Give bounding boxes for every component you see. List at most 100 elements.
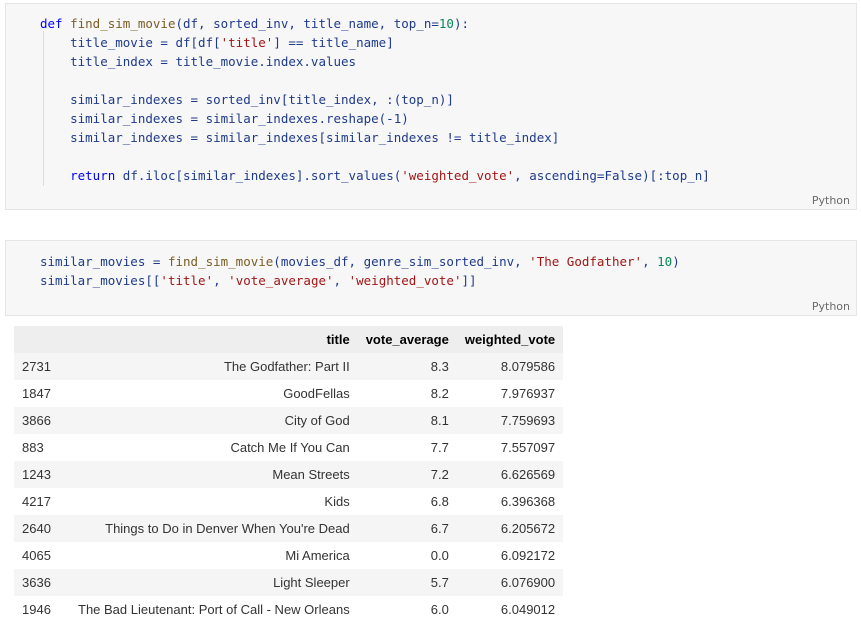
code-token: (movies_df, genre_sim_sorted_inv, <box>273 254 530 269</box>
cell-title: Mi America <box>285 548 350 563</box>
code-token: ) <box>672 254 680 269</box>
row-index: 4217 <box>22 494 51 509</box>
code-token: ] == title_name] <box>273 35 394 50</box>
code-token: title_index = title_movie.index.values <box>40 54 357 69</box>
code-token: , ascending=False)[:top_n] <box>514 168 710 183</box>
column-header-title: title <box>326 332 350 347</box>
code-token: find_sim_movie <box>167 254 274 269</box>
code-line: similar_indexes = sorted_inv[title_index… <box>40 90 710 109</box>
code-token: 'weighted_vote' <box>348 273 462 288</box>
cell-language-label[interactable]: Python <box>812 300 850 313</box>
cell-vote-average: 0.0 <box>430 548 449 563</box>
code-token: ]] <box>461 273 477 288</box>
cell-title: Light Sleeper <box>273 575 350 590</box>
table-header-row: title vote_average weighted_vote <box>14 326 564 353</box>
cell-weighted-vote: 7.976937 <box>500 386 556 401</box>
index-header <box>14 326 70 353</box>
code-token: return <box>70 168 116 183</box>
code-token: 'The Godfather' <box>529 254 643 269</box>
code-token: 'title' <box>220 35 274 50</box>
code-line: title_movie = df[df['title'] == title_na… <box>40 33 710 52</box>
dataframe-table: title vote_average weighted_vote 2731 The… <box>14 326 564 623</box>
code-token: df.iloc[similar_indexes].sort_values( <box>115 168 402 183</box>
code-line: title_index = title_movie.index.values <box>40 52 710 71</box>
code-token: similar_movies[[ <box>40 273 161 288</box>
code-token: 10 <box>657 254 673 269</box>
code-token: (df, sorted_inv, title_name, top_n= <box>175 16 439 31</box>
code-editor[interactable]: def find_sim_movie(df, sorted_inv, title… <box>40 14 710 185</box>
code-cell-1[interactable]: def find_sim_movie(df, sorted_inv, title… <box>5 3 857 210</box>
code-token: , <box>642 254 658 269</box>
cell-vote-average: 6.8 <box>430 494 449 509</box>
code-token: def <box>40 16 63 31</box>
code-token: , <box>333 273 349 288</box>
cell-title: The Godfather: Part II <box>223 359 350 374</box>
cell-title: Kids <box>324 494 350 509</box>
code-token: find_sim_movie <box>70 16 176 31</box>
row-index: 2731 <box>22 359 51 374</box>
row-index: 4065 <box>22 548 51 563</box>
code-line: similar_movies = find_sim_movie(movies_d… <box>40 252 680 271</box>
cell-title: Things to Do in Denver When You're Dead <box>105 521 350 536</box>
code-token: 'weighted_vote' <box>401 168 515 183</box>
cell-vote-average: 8.1 <box>430 413 449 428</box>
code-token: , <box>213 273 229 288</box>
code-line: similar_indexes = similar_indexes[simila… <box>40 128 710 147</box>
cell-weighted-vote: 7.759693 <box>500 413 556 428</box>
row-index: 3866 <box>22 413 51 428</box>
cell-weighted-vote: 6.396368 <box>500 494 556 509</box>
code-line: def find_sim_movie(df, sorted_inv, title… <box>40 14 710 33</box>
cell-vote-average: 7.2 <box>430 467 449 482</box>
cell-weighted-vote: 6.092172 <box>500 548 556 563</box>
row-index: 1243 <box>22 467 51 482</box>
cell-title: City of God <box>284 413 350 428</box>
table-row: 1243 Mean Streets 7.2 6.626569 <box>14 461 564 488</box>
row-index: 1847 <box>22 386 51 401</box>
table-row: 3866 City of God 8.1 7.759693 <box>14 407 564 434</box>
row-index: 3636 <box>22 575 51 590</box>
cell-vote-average: 6.7 <box>430 521 449 536</box>
cell-title: Catch Me If You Can <box>230 440 350 455</box>
cell-language-label[interactable]: Python <box>812 194 850 207</box>
column-header-vote-average: vote_average <box>365 332 449 347</box>
table-row: 3636 Light Sleeper 5.7 6.076900 <box>14 569 564 596</box>
table-row: 2731 The Godfather: Part II 8.3 8.079586 <box>14 353 564 380</box>
cell-weighted-vote: 6.076900 <box>500 575 556 590</box>
code-token: 'title' <box>160 273 214 288</box>
cell-vote-average: 7.7 <box>430 440 449 455</box>
column-header-weighted-vote: weighted_vote <box>464 332 556 347</box>
code-token: similar_indexes = similar_indexes[simila… <box>40 130 560 145</box>
table-row: 1847 GoodFellas 8.2 7.976937 <box>14 380 564 407</box>
code-line: return df.iloc[similar_indexes].sort_val… <box>40 166 710 185</box>
code-token: 10 <box>438 16 454 31</box>
code-cell-2[interactable]: similar_movies = find_sim_movie(movies_d… <box>5 240 857 316</box>
code-token: similar_movies = <box>40 254 168 269</box>
code-token: similar_indexes = similar_indexes.reshap… <box>40 111 409 126</box>
code-token: title_movie = df[df[ <box>40 35 221 50</box>
code-line: similar_movies[['title', 'vote_average',… <box>40 271 680 290</box>
code-line: similar_indexes = similar_indexes.reshap… <box>40 109 710 128</box>
cell-weighted-vote: 6.626569 <box>500 467 556 482</box>
code-token: 'vote_average' <box>228 273 334 288</box>
cell-title: GoodFellas <box>283 386 350 401</box>
table-row: 883 Catch Me If You Can 7.7 7.557097 <box>14 434 564 461</box>
table-row: 4065 Mi America 0.0 6.092172 <box>14 542 564 569</box>
row-index: 2640 <box>22 521 51 536</box>
cell-weighted-vote: 6.205672 <box>500 521 556 536</box>
cell-vote-average: 8.3 <box>430 359 449 374</box>
code-token: similar_indexes = sorted_inv[title_index… <box>40 92 454 107</box>
cell-vote-average: 5.7 <box>430 575 449 590</box>
row-index: 883 <box>22 440 44 455</box>
code-token: ): <box>453 16 469 31</box>
cell-title: Mean Streets <box>272 467 350 482</box>
table-row: 4217 Kids 6.8 6.396368 <box>14 488 564 515</box>
code-editor[interactable]: similar_movies = find_sim_movie(movies_d… <box>40 252 680 290</box>
table-row: 2640 Things to Do in Denver When You're D… <box>14 515 564 542</box>
cell-weighted-vote: 8.079586 <box>500 359 556 374</box>
cell-weighted-vote: 7.557097 <box>500 440 556 455</box>
cell-vote-average: 8.2 <box>430 386 449 401</box>
